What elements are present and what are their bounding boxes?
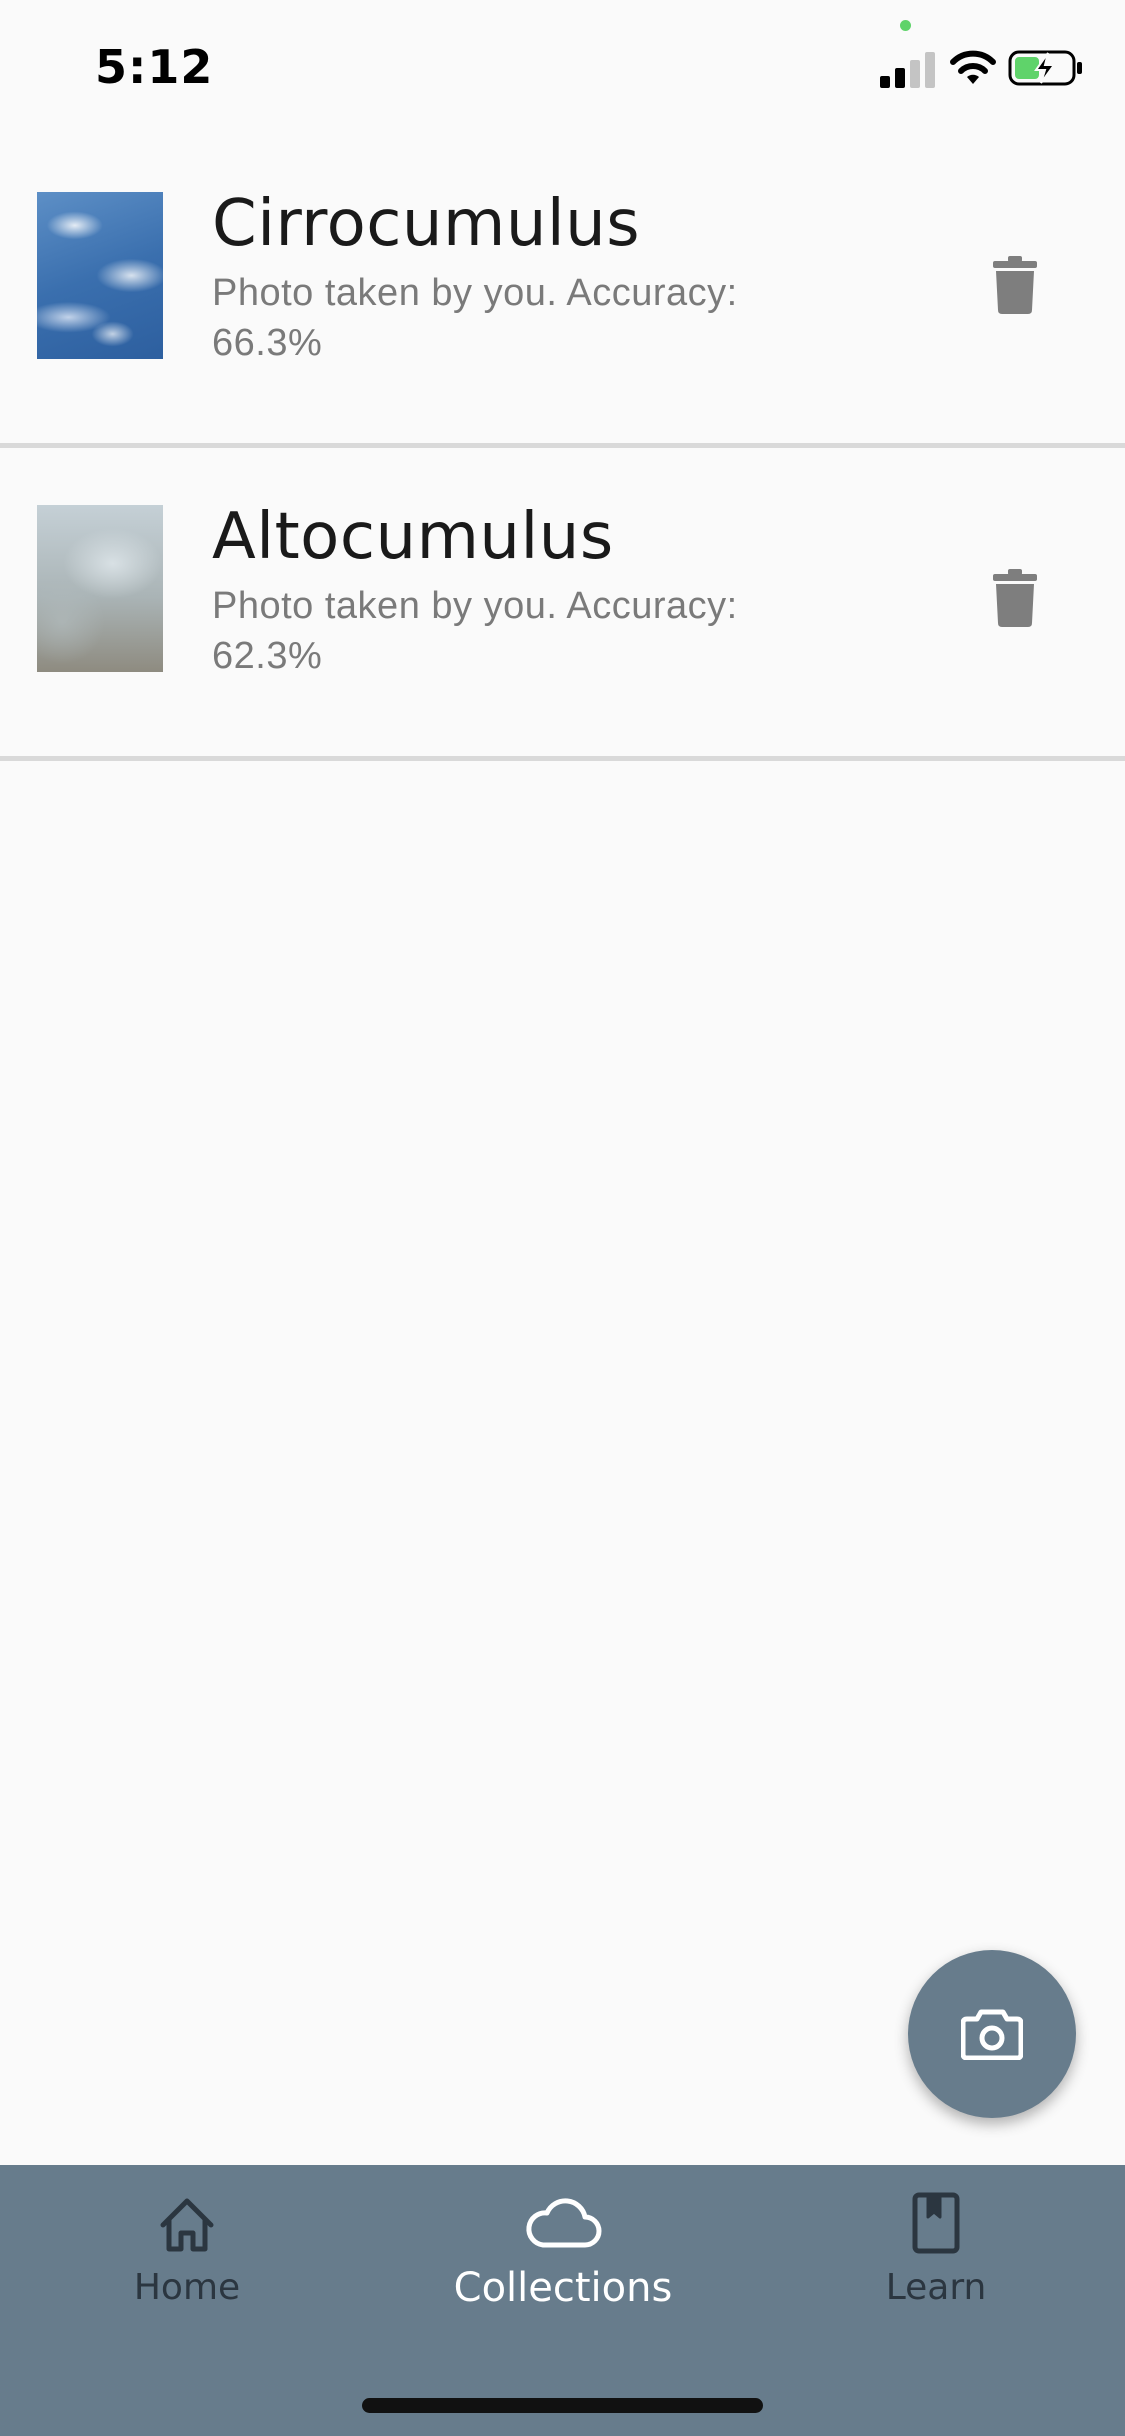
cloud-photo-thumbnail: [37, 192, 163, 359]
camera-fab-button[interactable]: [908, 1950, 1076, 2118]
status-bar: 5:12: [0, 0, 1125, 135]
item-subtitle: Photo taken by you. Accuracy: 66.3%: [212, 272, 738, 364]
item-title: Cirrocumulus: [212, 187, 641, 261]
nav-label-learn: Learn: [885, 2267, 987, 2308]
home-indicator[interactable]: [362, 2398, 763, 2413]
cellular-signal-icon: [880, 52, 935, 88]
book-icon: [912, 2192, 960, 2254]
collection-list: Cirrocumulus Photo taken by you. Accurac…: [0, 135, 1125, 761]
delete-button[interactable]: [980, 558, 1050, 638]
status-time: 5:12: [95, 40, 214, 94]
cloud-icon: [526, 2198, 602, 2248]
item-title: Altocumulus: [212, 500, 614, 574]
nav-item-home[interactable]: Home: [62, 2185, 312, 2335]
nav-item-learn[interactable]: Learn: [811, 2185, 1061, 2335]
delete-button[interactable]: [980, 245, 1050, 325]
battery-charging-icon: [1008, 50, 1082, 86]
cloud-photo-thumbnail: [37, 505, 163, 672]
item-subtitle: Photo taken by you. Accuracy: 62.3%: [212, 585, 738, 677]
trash-icon: [993, 569, 1037, 627]
bottom-navigation: Home Collections Learn: [0, 2165, 1125, 2436]
list-item[interactable]: Altocumulus Photo taken by you. Accuracy…: [0, 448, 1125, 761]
nav-label-collections: Collections: [453, 2265, 673, 2311]
home-icon: [160, 2198, 214, 2252]
trash-icon: [993, 256, 1037, 314]
screen: 5:12 Cirrocumulus Photo taken by you. Ac…: [0, 0, 1125, 2436]
list-item[interactable]: Cirrocumulus Photo taken by you. Accurac…: [0, 135, 1125, 448]
wifi-icon: [950, 50, 996, 84]
privacy-indicator-dot: [900, 20, 911, 31]
nav-label-home: Home: [133, 2267, 241, 2308]
nav-item-collections[interactable]: Collections: [438, 2185, 688, 2335]
camera-icon: [961, 2009, 1023, 2060]
